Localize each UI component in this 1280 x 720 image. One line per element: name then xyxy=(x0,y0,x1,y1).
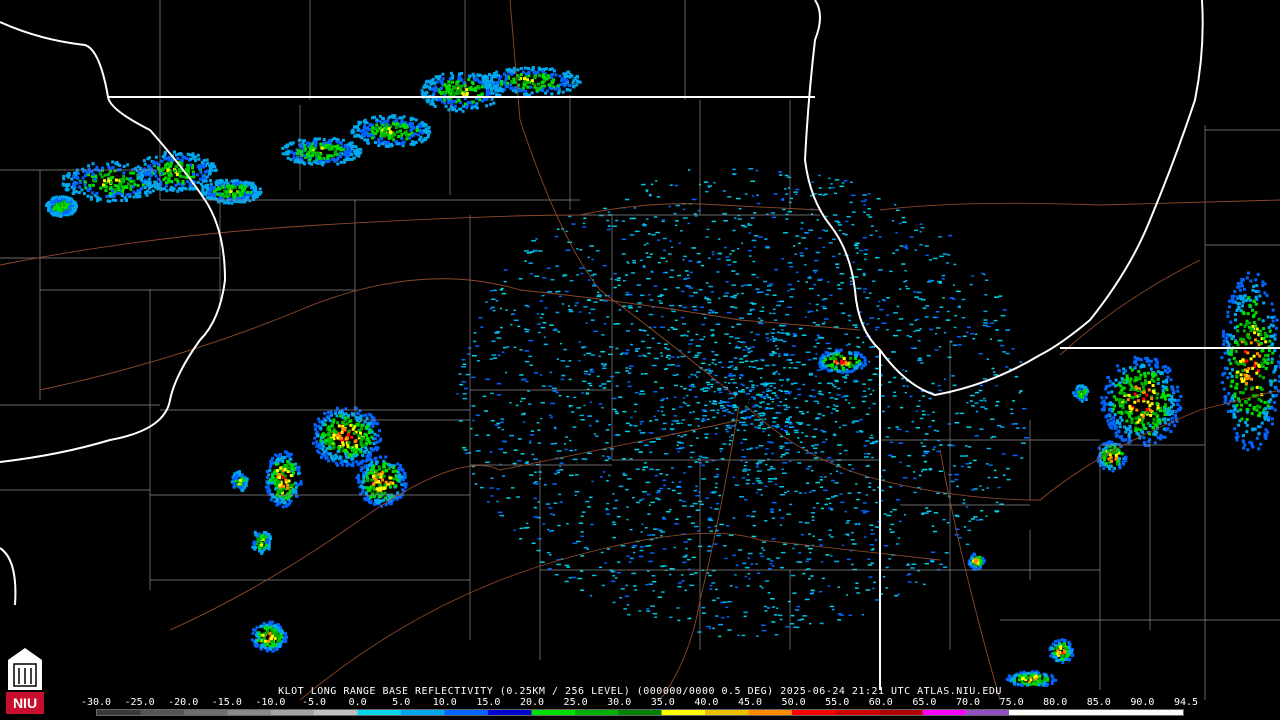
scale-tick-label: 60.0 xyxy=(868,697,893,708)
scale-tick-label: 55.0 xyxy=(825,697,850,708)
scale-tick-label: -15.0 xyxy=(211,697,242,708)
scale-tick-label: 50.0 xyxy=(781,697,806,708)
scale-tick-label: 15.0 xyxy=(476,697,501,708)
radar-map[interactable] xyxy=(0,0,1280,720)
scale-tick-label: 20.0 xyxy=(519,697,545,708)
scale-tick-label: 75.0 xyxy=(999,697,1024,708)
scale-tick-label: 10.0 xyxy=(432,697,457,708)
scale-tick-label: 45.0 xyxy=(737,697,763,708)
scale-tick-label: -5.0 xyxy=(301,697,327,708)
scale-tick-label: -30.0 xyxy=(80,697,112,708)
scale-tick-label: 5.0 xyxy=(392,697,411,708)
scale-tick-label: 90.0 xyxy=(1130,697,1155,708)
scale-tick-label: 35.0 xyxy=(650,697,675,708)
logo-text: NIU xyxy=(12,695,38,711)
scale-tick-label: -20.0 xyxy=(168,697,199,708)
reflectivity-color-scale xyxy=(96,709,1184,716)
scale-tick-label: 70.0 xyxy=(955,697,981,708)
radar-site-marker xyxy=(735,393,749,407)
scale-tick-label: 30.0 xyxy=(607,697,632,708)
scale-tick-label: -25.0 xyxy=(124,697,155,708)
product-title: KLOT LONG RANGE BASE REFLECTIVITY (0.25K… xyxy=(278,686,1002,697)
scale-tick-label: -10.0 xyxy=(255,697,286,708)
scale-tick-label: 85.0 xyxy=(1086,697,1111,708)
scale-tick-label: 25.0 xyxy=(563,697,588,708)
scale-tick-label: 94.5 xyxy=(1173,697,1199,708)
scale-tick-label: 80.0 xyxy=(1043,697,1068,708)
scale-tick-label: 40.0 xyxy=(694,697,719,708)
scale-tick-label: 0.0 xyxy=(348,697,367,708)
color-scale-labels: -30.0 -25.0 -20.0 -15.0 -10.0 -5.0 0.0 5.0 10.0 1… xyxy=(81,697,1198,708)
scale-tick-label: 65.0 xyxy=(912,697,937,708)
